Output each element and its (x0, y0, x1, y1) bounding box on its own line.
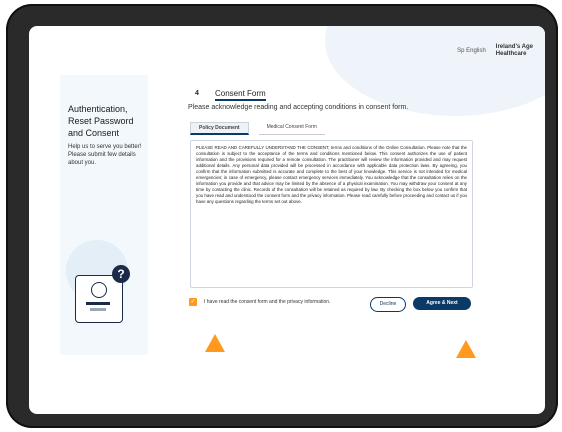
left-panel: Authentication, Reset Password and Conse… (60, 75, 148, 355)
consent-checkbox-label: I have read the consent form and the pri… (204, 299, 331, 305)
step-title: Consent Form (215, 89, 266, 101)
brand-line-2: Healthcare (495, 51, 527, 57)
pointer-arrow-checkbox (205, 334, 225, 352)
lock-ring (91, 282, 107, 298)
step-number: 4 (195, 90, 199, 97)
language-link[interactable]: Sp English (457, 48, 486, 54)
step-description: Please acknowledge reading and accepting… (188, 104, 409, 111)
tab-medical-consent-form[interactable]: Medical Consent Form (258, 122, 325, 135)
top-right-bar: Sp English Ireland's Age Healthcare (457, 44, 533, 58)
tab-policy-document[interactable]: Policy Document (190, 122, 249, 135)
brand-line-1: Ireland's Age (495, 44, 533, 50)
left-panel-subtitle: Help us to serve you better! Please subm… (68, 144, 142, 166)
question-icon: ? (112, 265, 130, 283)
brand-logo: Ireland's Age Healthcare (496, 44, 533, 58)
doc-line (86, 302, 110, 305)
consent-tabs: Policy Document Medical Consent Form (190, 122, 325, 135)
background-wave (325, 26, 545, 116)
doc-line (90, 308, 106, 311)
consent-checkbox[interactable]: ✓ (189, 298, 197, 306)
consent-text-box[interactable]: PLEASE READ AND CAREFULLY UNDERSTAND THE… (190, 140, 473, 288)
agree-next-button[interactable]: Agree & Next (413, 297, 471, 310)
pointer-arrow-agree (456, 340, 476, 358)
left-panel-title: Authentication, Reset Password and Conse… (68, 104, 134, 138)
document-lock-icon (75, 275, 123, 323)
decline-button[interactable]: Decline (370, 297, 406, 312)
